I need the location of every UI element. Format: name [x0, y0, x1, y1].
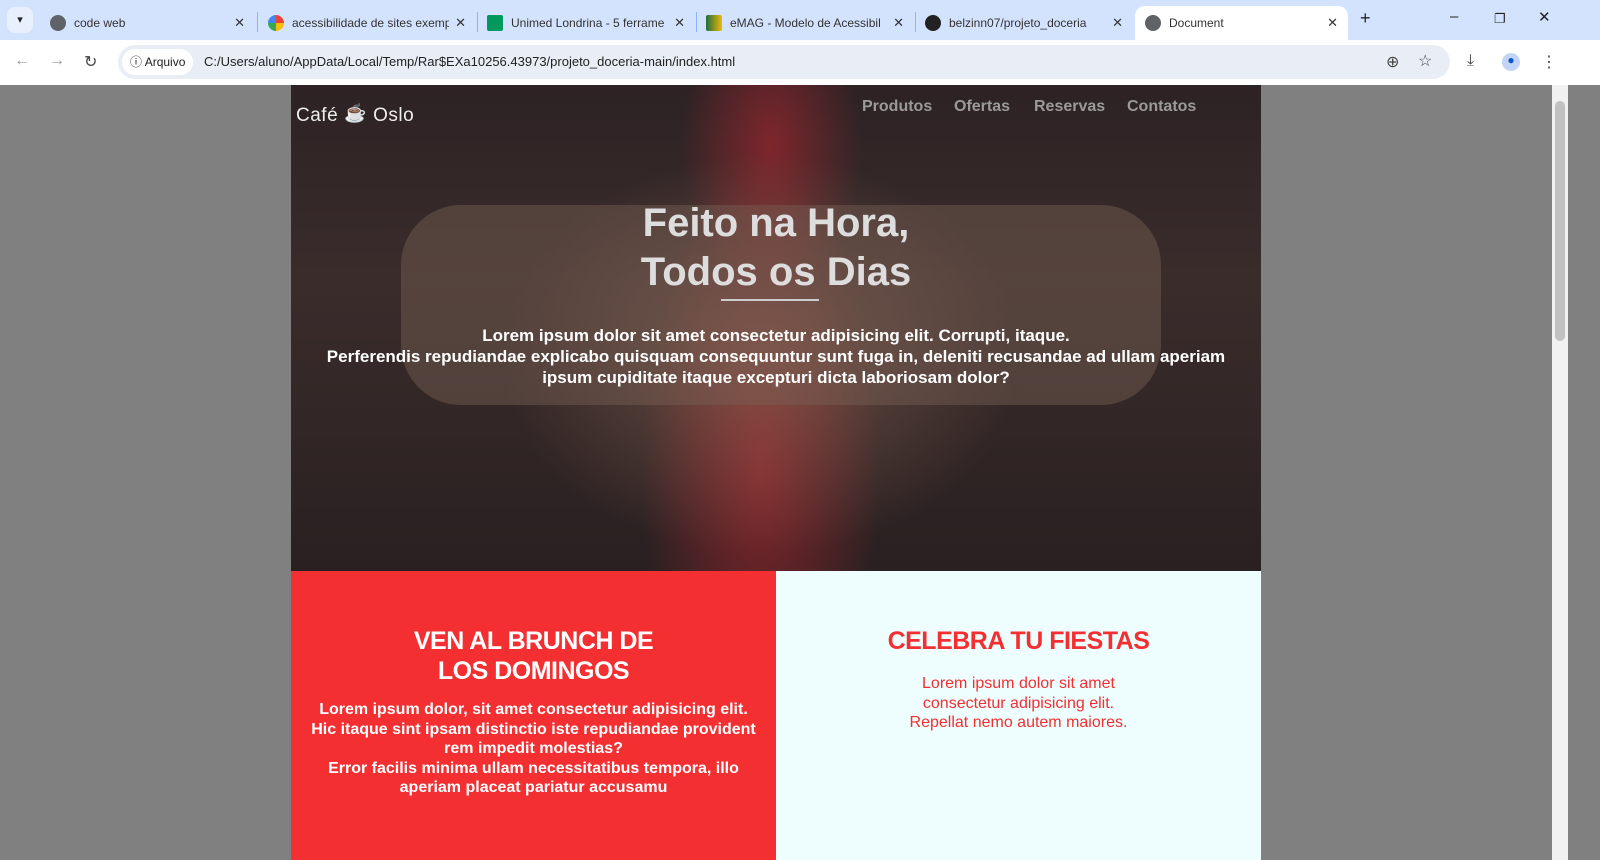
nav-contatos[interactable]: Contatos [1127, 98, 1196, 116]
bookmark-star-icon[interactable]: ☆ [1418, 51, 1432, 71]
tab-title: belzinn07/projeto_doceria [949, 16, 1087, 30]
coffee-cup-icon: ☕ [344, 103, 368, 123]
new-tab-button[interactable]: + [1360, 8, 1371, 29]
brunch-text-line: Hic itaque sint ipsam distinctio iste re… [311, 720, 756, 758]
fiestas-title: CELEBRA TU FIESTAS [887, 627, 1150, 655]
security-label: Arquivo [144, 55, 186, 69]
page-viewport: Café ☕ Oslo Produtos Ofertas Reservas Cont… [0, 85, 1552, 860]
logo-text-left: Café [296, 105, 339, 126]
tab-github[interactable]: belzinn07/projeto_doceria ✕ [915, 6, 1133, 40]
brunch-title: VEN AL BRUNCH DE LOS DOMINGOS [291, 626, 776, 686]
cafe-oslo-page: Café ☕ Oslo Produtos Ofertas Reservas Cont… [291, 85, 1261, 860]
fiestas-text-line: Lorem ipsum dolor sit amet [922, 675, 1115, 692]
url-text[interactable]: C:/Users/aluno/AppData/Local/Temp/Rar$EX… [204, 54, 735, 69]
logo[interactable]: Café ☕ Oslo [296, 103, 414, 127]
google-icon [268, 15, 284, 31]
tab-acessibilidade[interactable]: acessibilidade de sites exemp ✕ [258, 6, 476, 40]
tab-title: Unimed Londrina - 5 ferrame [511, 16, 665, 30]
hero-section: Café ☕ Oslo Produtos Ofertas Reservas Cont… [291, 85, 1261, 571]
hero-text-line: Perferendis repudiandae explicabo quisqu… [326, 347, 1226, 387]
browser-toolbar: ← → ↻ ⓘ Arquivo C:/Users/aluno/AppData/L… [0, 40, 1600, 85]
fiestas-text-line: consectetur adipisicing elit. [922, 694, 1115, 712]
tab-title: acessibilidade de sites exemp [292, 16, 450, 30]
brunch-text-line: Error facilis minima ullam necessitatibu… [328, 759, 739, 797]
nav-ofertas[interactable]: Ofertas [954, 98, 1010, 116]
globe-icon [50, 15, 66, 31]
hero-title-line: Feito na Hora, [642, 201, 910, 245]
nav-produtos[interactable]: Produtos [862, 98, 932, 116]
tab-search-button[interactable]: ▾ [7, 7, 33, 33]
brunch-text: Lorem ipsum dolor, sit amet consectetur … [291, 700, 776, 798]
emag-icon [706, 15, 722, 31]
logo-text-right: Oslo [373, 105, 415, 126]
scrollbar-thumb[interactable] [1555, 101, 1565, 341]
fiestas-text: Lorem ipsum dolor sit amet consectetur ad… [776, 674, 1261, 733]
hero-text-line: Lorem ipsum dolor sit amet consectetur a… [482, 326, 1070, 345]
reload-button[interactable]: ↻ [84, 52, 97, 72]
brunch-card: VEN AL BRUNCH DE LOS DOMINGOS Lorem ipsum… [291, 571, 776, 860]
close-tab-icon[interactable]: ✕ [674, 15, 685, 31]
site-info-chip[interactable]: ⓘ Arquivo [122, 49, 194, 75]
vertical-scrollbar[interactable] [1552, 85, 1568, 860]
tab-title: code web [74, 16, 126, 30]
close-tab-icon[interactable]: ✕ [455, 15, 466, 31]
close-tab-icon[interactable]: ✕ [1327, 15, 1338, 31]
hero-text: Lorem ipsum dolor sit amet consectetur a… [291, 325, 1261, 388]
tab-strip: ▾ code web ✕ acessibilidade de sites exe… [0, 0, 1600, 40]
brunch-title-line: LOS DOMINGOS [437, 657, 630, 685]
brunch-title-line: VEN AL BRUNCH DE [413, 627, 654, 655]
hero-title-line: Todos os Dias [640, 250, 912, 294]
close-tab-icon[interactable]: ✕ [234, 15, 245, 31]
unimed-icon [487, 15, 503, 31]
tab-emag[interactable]: eMAG - Modelo de Acessibil ✕ [696, 6, 914, 40]
github-icon [925, 15, 941, 31]
hero-title: Feito na Hora, Todos os Dias [291, 199, 1261, 297]
profile-avatar-icon[interactable]: ● [1502, 53, 1520, 71]
download-icon[interactable]: ⤓ [1467, 52, 1474, 70]
tab-unimed[interactable]: Unimed Londrina - 5 ferrame ✕ [477, 6, 695, 40]
nav-reservas[interactable]: Reservas [1034, 98, 1105, 116]
zoom-icon[interactable]: ⊕ [1386, 52, 1399, 72]
close-window-button[interactable]: ✕ [1538, 8, 1551, 26]
tab-code-web[interactable]: code web ✕ [40, 6, 255, 40]
tab-title: Document [1169, 16, 1224, 30]
globe-icon [1145, 15, 1161, 31]
fiestas-text-line: Repellat nemo autem maiores. [909, 714, 1128, 731]
tab-title: eMAG - Modelo de Acessibil [730, 16, 881, 30]
back-button[interactable]: ← [14, 52, 30, 70]
close-tab-icon[interactable]: ✕ [893, 15, 904, 31]
fiestas-card: CELEBRA TU FIESTAS Lorem ipsum dolor sit… [776, 571, 1261, 860]
tab-document[interactable]: Document ✕ [1135, 6, 1348, 40]
restore-button[interactable]: ❐ [1494, 11, 1506, 27]
hero-divider [721, 299, 819, 301]
menu-kebab-icon[interactable]: ⋮ [1541, 52, 1557, 72]
brunch-text-line: Lorem ipsum dolor, sit amet consectetur … [319, 701, 748, 718]
minimize-button[interactable]: – [1450, 8, 1458, 25]
close-tab-icon[interactable]: ✕ [1112, 15, 1123, 31]
address-bar[interactable]: ⓘ Arquivo C:/Users/aluno/AppData/Local/T… [118, 45, 1450, 79]
forward-button[interactable]: → [49, 52, 65, 70]
